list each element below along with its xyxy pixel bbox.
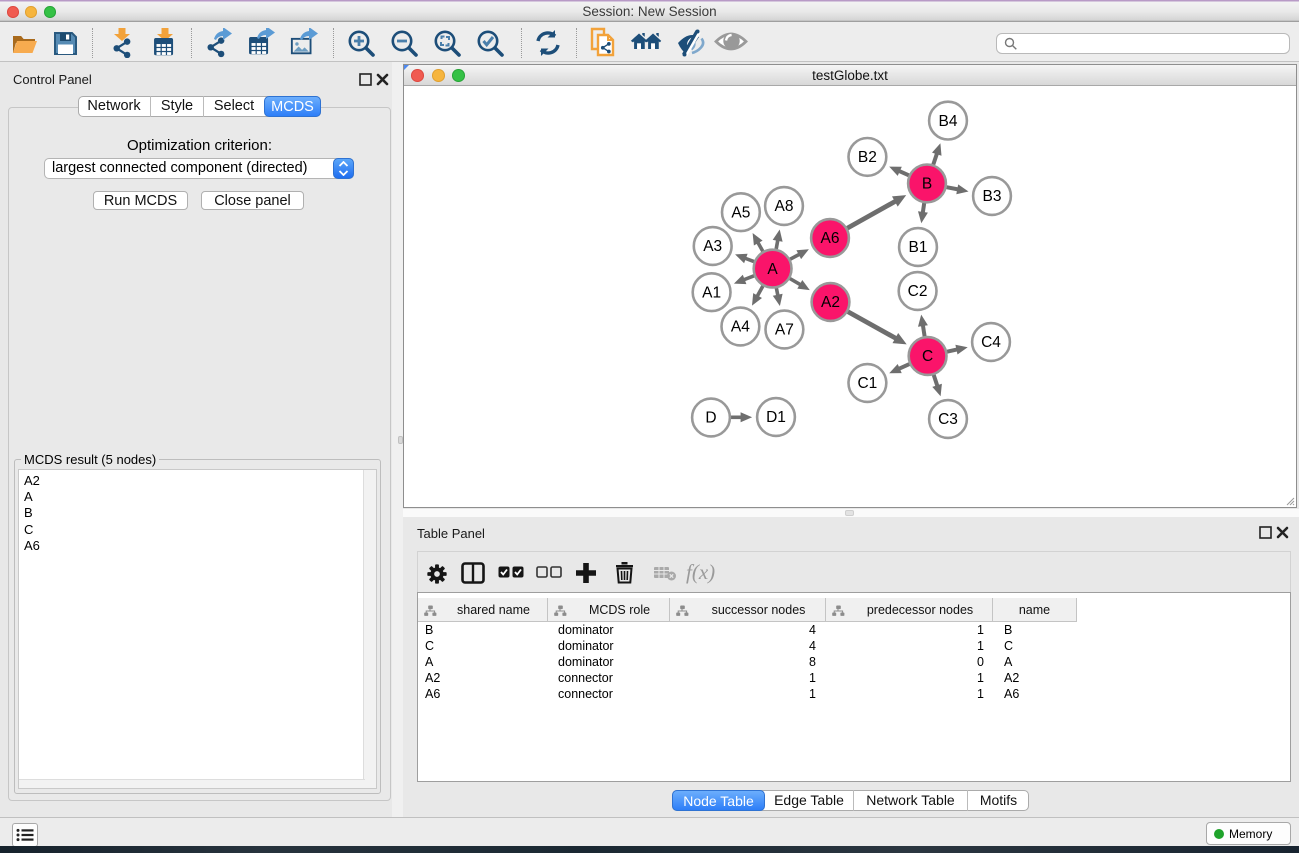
svg-text:D: D [705, 410, 716, 427]
svg-text:A7: A7 [775, 322, 794, 339]
svg-text:A5: A5 [731, 204, 750, 221]
svg-text:C: C [922, 348, 933, 365]
svg-text:C4: C4 [981, 334, 1001, 351]
svg-text:A4: A4 [731, 319, 750, 336]
svg-text:D1: D1 [766, 409, 786, 426]
svg-text:B3: B3 [983, 188, 1002, 205]
svg-text:A6: A6 [821, 230, 840, 247]
svg-text:A1: A1 [702, 284, 721, 301]
svg-text:C1: C1 [857, 375, 877, 392]
svg-text:B2: B2 [858, 149, 877, 166]
svg-text:B: B [922, 176, 932, 193]
svg-text:A2: A2 [821, 294, 840, 311]
svg-text:B1: B1 [909, 239, 928, 256]
svg-text:C2: C2 [908, 283, 928, 300]
svg-text:A8: A8 [775, 198, 794, 215]
svg-text:A3: A3 [703, 238, 722, 255]
svg-text:A: A [767, 261, 778, 278]
svg-text:C3: C3 [938, 411, 958, 428]
svg-text:B4: B4 [939, 113, 958, 130]
